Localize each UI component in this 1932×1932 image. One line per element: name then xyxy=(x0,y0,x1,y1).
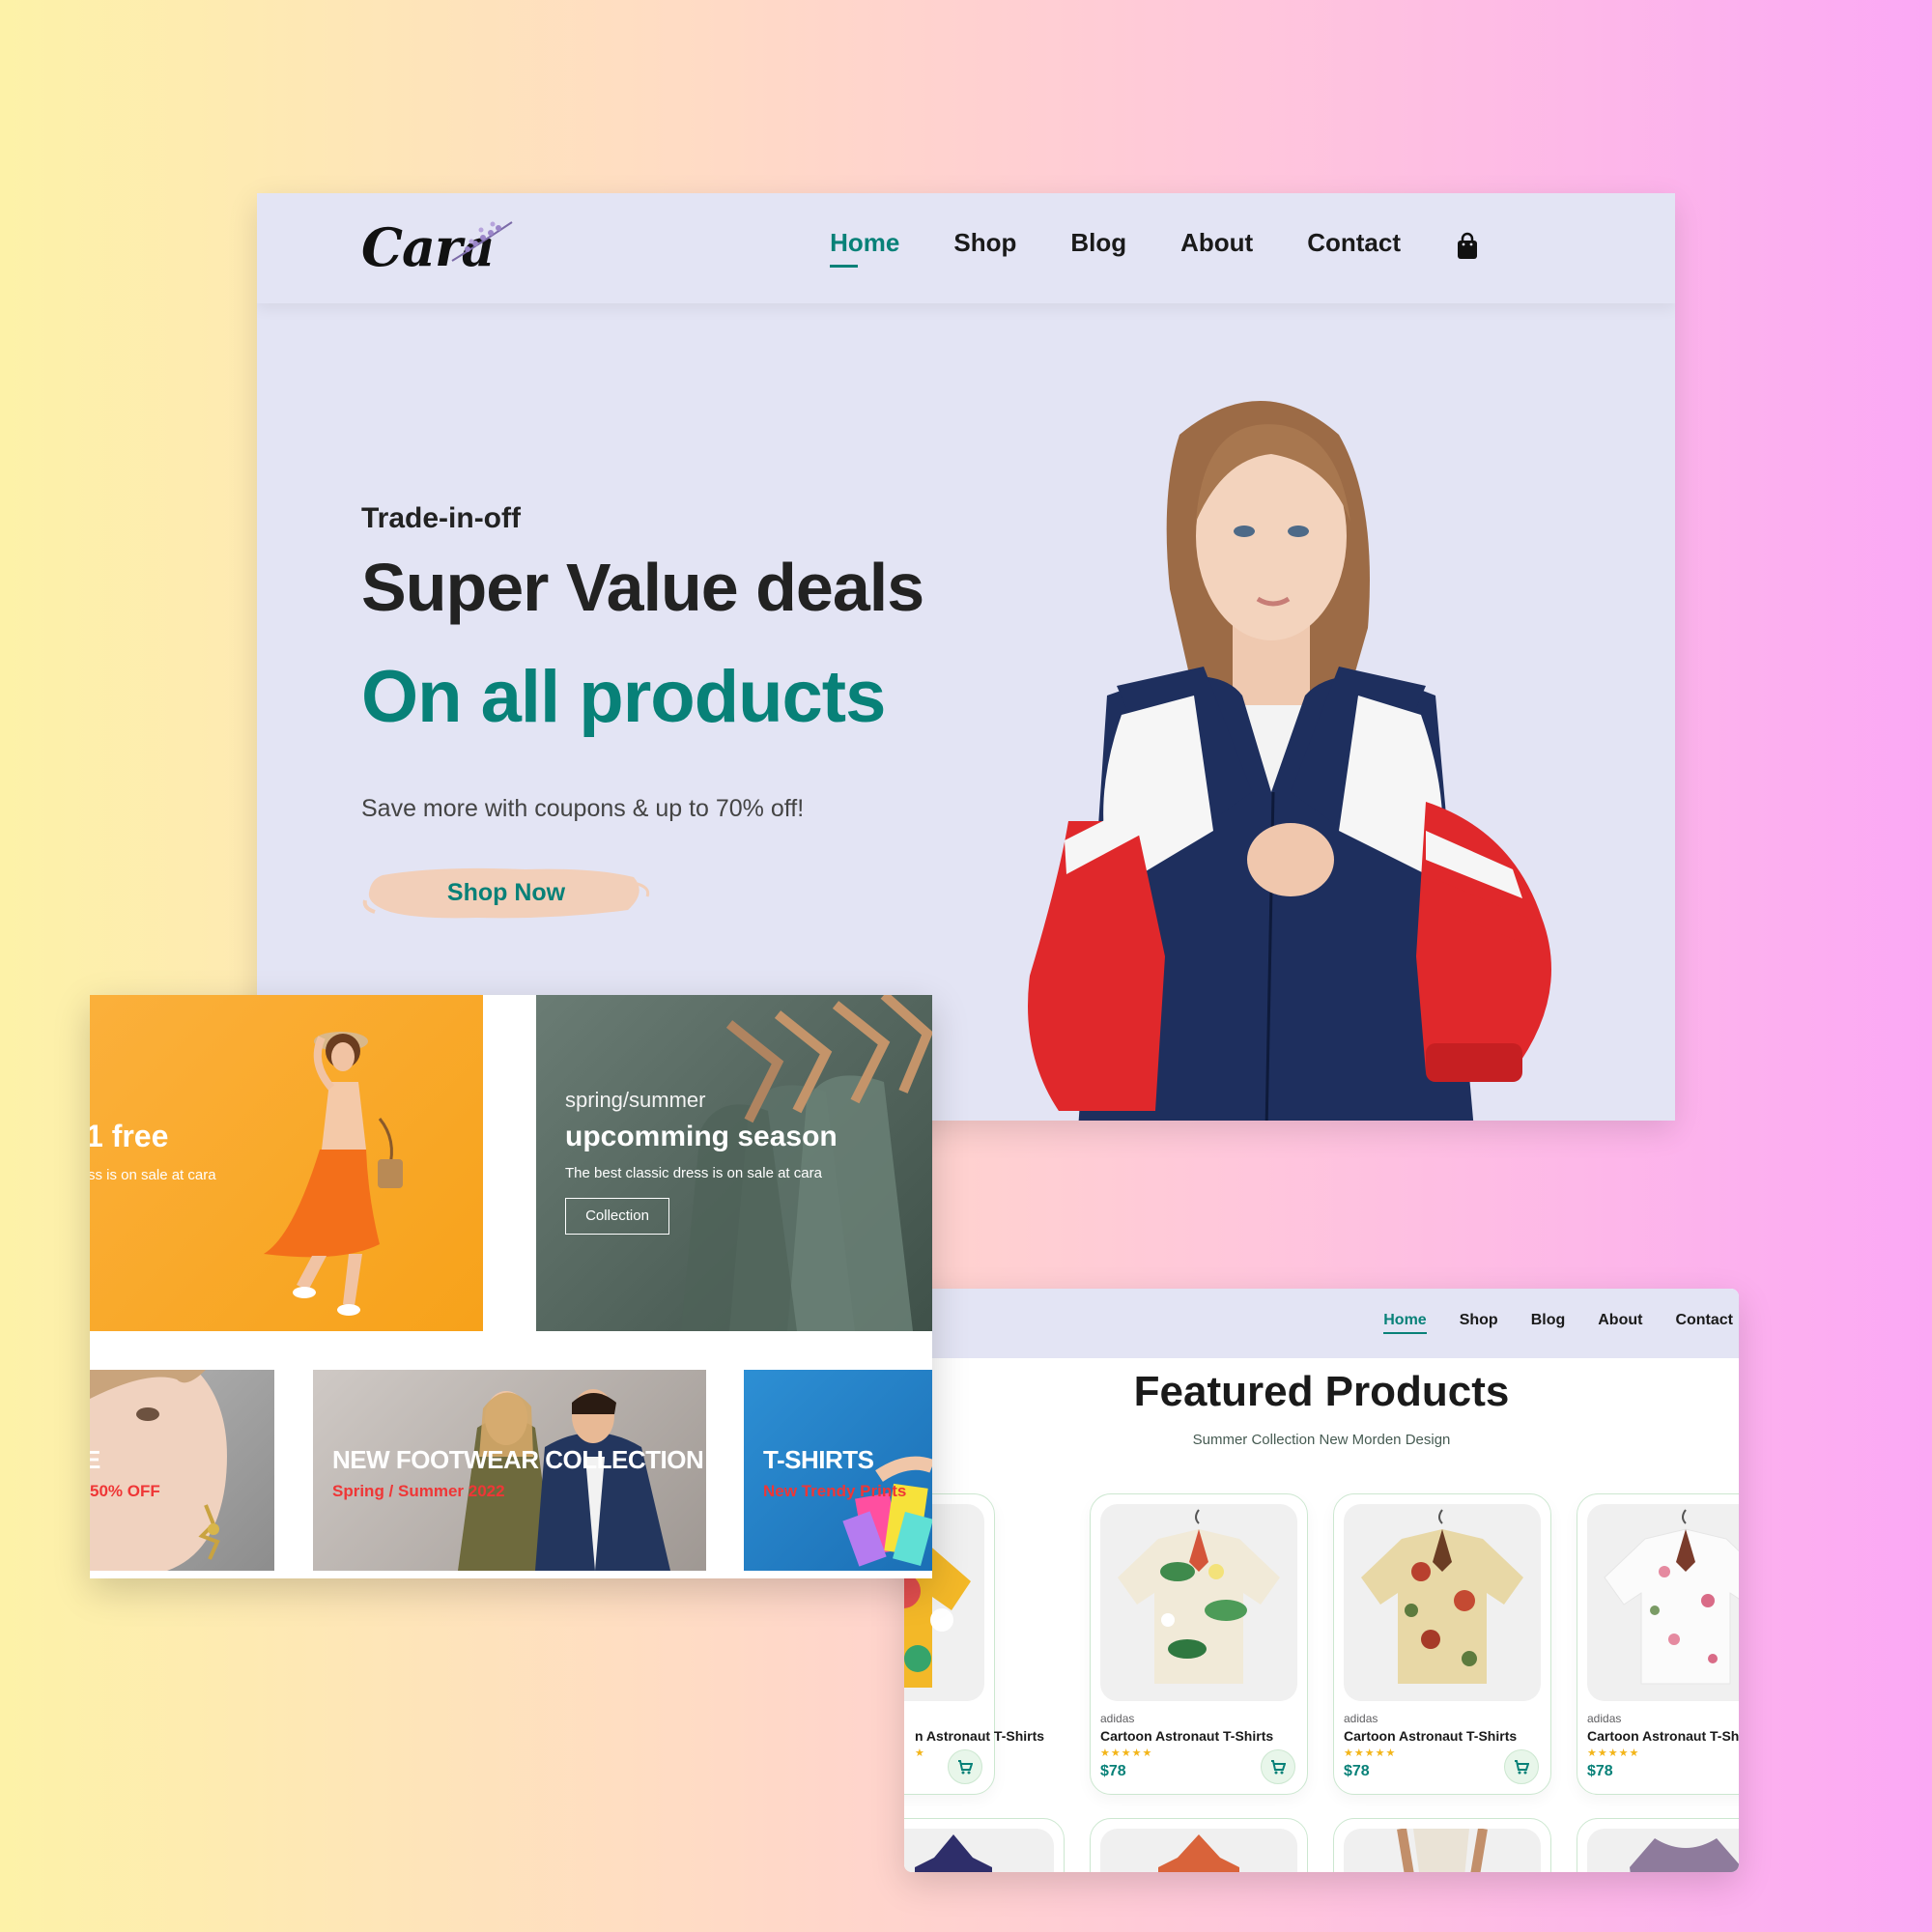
product-card[interactable] xyxy=(904,1818,1065,1872)
product-stars: ★★★★★ xyxy=(1344,1747,1397,1759)
product-card[interactable]: adidas Cartoon Astronaut T-Shirts ★★★★★ … xyxy=(1333,1493,1551,1795)
product-price: $78 xyxy=(1587,1763,1613,1779)
hero-eyebrow: Trade-in-off xyxy=(361,502,521,534)
shopping-bag-icon[interactable] xyxy=(1455,232,1480,261)
season-title: upcomming season xyxy=(565,1121,838,1152)
product-price: $78 xyxy=(1100,1763,1126,1779)
product-price: $78 xyxy=(1344,1763,1370,1779)
tshirts-title: T-SHIRTS xyxy=(763,1445,874,1474)
tshirts-text: New Trendy Prints xyxy=(763,1482,907,1500)
nav-contact[interactable]: Contact xyxy=(1307,228,1401,264)
featured-navbar: Home Shop Blog About Contact xyxy=(904,1289,1739,1358)
model-pants-image xyxy=(1397,1829,1488,1872)
clothes-hanger-image xyxy=(681,995,932,1331)
banner-buy-one-free[interactable]: 1 free ss is on sale at cara xyxy=(90,995,483,1331)
banner-footwear[interactable]: NEW FOOTWEAR COLLECTION Spring / Summer … xyxy=(313,1370,706,1571)
product-stars: ★ xyxy=(915,1747,925,1759)
product-brand: adidas xyxy=(1344,1712,1378,1725)
banner-window: 1 free ss is on sale at cara spring/summ… xyxy=(90,995,932,1578)
orange-shirt-image xyxy=(1158,1834,1239,1872)
nav-shop[interactable]: Shop xyxy=(953,228,1016,264)
nav-home[interactable]: Home xyxy=(830,228,899,268)
product-name: Cartoon Astronaut T-Shirts xyxy=(1344,1728,1518,1744)
footwear-title: NEW FOOTWEAR COLLECTION xyxy=(332,1445,704,1474)
featured-nav-blog[interactable]: Blog xyxy=(1531,1312,1566,1329)
woman-earring-image xyxy=(90,1370,227,1571)
grey-banner-text: 50% OFF xyxy=(90,1482,160,1500)
banner-upcoming-season[interactable]: spring/summer upcomming season The best … xyxy=(536,995,932,1331)
featured-nav-links: Home Shop Blog About Contact xyxy=(1383,1312,1733,1334)
season-eyebrow: spring/summer xyxy=(565,1088,706,1112)
product-image xyxy=(1587,1504,1739,1701)
lavender-sprig-icon xyxy=(451,221,513,262)
product-card[interactable]: adidas Cartoon Astronaut T-Sh ★★★★★ $78 xyxy=(1577,1493,1739,1795)
add-to-cart-button[interactable] xyxy=(1504,1749,1539,1784)
footwear-text: Spring / Summer 2022 xyxy=(332,1482,505,1500)
product-stars: ★★★★★ xyxy=(1100,1747,1153,1759)
product-card[interactable] xyxy=(1090,1818,1308,1872)
main-navbar: Cara Home Shop Blog About Contact xyxy=(257,193,1675,303)
featured-subtitle: Summer Collection New Morden Design xyxy=(1192,1432,1451,1448)
banner-tshirts[interactable]: T-SHIRTS New Trendy Prints xyxy=(744,1370,932,1571)
woman-orange-dress-image xyxy=(264,1032,403,1316)
collection-button[interactable]: Collection xyxy=(565,1198,669,1235)
hero-highlight: On all products xyxy=(361,656,886,738)
hero-window: Cara Home Shop Blog About Contact Trade-… xyxy=(257,193,1675,1121)
featured-window: Home Shop Blog About Contact Featured Pr… xyxy=(904,1289,1739,1872)
banner-orange-title: 1 free xyxy=(90,1119,169,1153)
featured-nav-contact[interactable]: Contact xyxy=(1675,1312,1733,1329)
featured-title: Featured Products xyxy=(1133,1368,1510,1415)
hero-title: Super Value deals xyxy=(361,550,924,625)
add-to-cart-button[interactable] xyxy=(948,1749,982,1784)
product-name: Cartoon Astronaut T-Shirts xyxy=(1100,1728,1274,1744)
cart-icon xyxy=(958,1760,973,1775)
floral-shirt-image xyxy=(1361,1509,1523,1684)
season-text: The best classic dress is on sale at car… xyxy=(565,1165,822,1181)
product-card[interactable] xyxy=(1577,1818,1739,1872)
product-brand: adidas xyxy=(1587,1712,1622,1725)
nav-about[interactable]: About xyxy=(1180,228,1253,264)
product-card[interactable] xyxy=(1333,1818,1551,1872)
product-name: Cartoon Astronaut T-Sh xyxy=(1587,1728,1739,1744)
product-image xyxy=(1587,1829,1739,1872)
cart-icon xyxy=(1515,1760,1529,1775)
product-image xyxy=(1344,1829,1541,1872)
hero-model-image xyxy=(1028,401,1551,1121)
purple-top-image xyxy=(1630,1838,1739,1872)
featured-nav-shop[interactable]: Shop xyxy=(1460,1312,1498,1329)
shop-now-label: Shop Now xyxy=(446,879,566,906)
product-image xyxy=(904,1829,1054,1872)
banner-orange-text: ss is on sale at cara xyxy=(90,1167,216,1183)
product-card[interactable]: adidas Cartoon Astronaut T-Shirts ★★★★★ … xyxy=(1090,1493,1308,1795)
nav-blog[interactable]: Blog xyxy=(1070,228,1126,264)
product-stars: ★★★★★ xyxy=(1587,1747,1640,1759)
shop-now-button[interactable]: Shop Now xyxy=(361,862,651,923)
product-image xyxy=(1100,1504,1297,1701)
product-brand: adidas xyxy=(1100,1712,1135,1725)
tropical-shirt-image xyxy=(1118,1509,1280,1684)
dark-shirt-image xyxy=(915,1834,992,1872)
banner-sale-50[interactable]: E 50% OFF xyxy=(90,1370,274,1571)
main-nav-links: Home Shop Blog About Contact xyxy=(830,228,1480,268)
hero-subtitle: Save more with coupons & up to 70% off! xyxy=(361,795,805,822)
featured-nav-home[interactable]: Home xyxy=(1383,1312,1428,1334)
grey-banner-title: E xyxy=(90,1445,100,1474)
featured-nav-about[interactable]: About xyxy=(1598,1312,1642,1329)
white-floral-shirt-image xyxy=(1604,1509,1739,1685)
add-to-cart-button[interactable] xyxy=(1261,1749,1295,1784)
hero-text-block: Trade-in-off Super Value deals On all pr… xyxy=(361,502,924,928)
product-image xyxy=(1100,1829,1297,1872)
product-name: n Astronaut T-Shirts xyxy=(915,1728,1045,1744)
cart-icon xyxy=(1271,1760,1286,1775)
product-image xyxy=(1344,1504,1541,1701)
